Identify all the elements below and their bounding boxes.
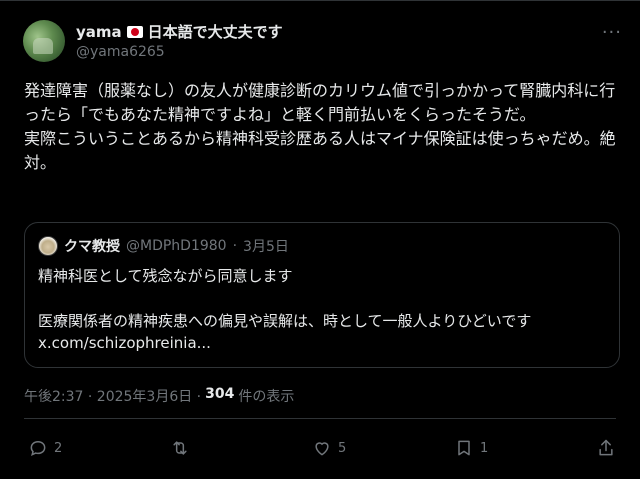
quoted-separator: · [232,238,238,254]
more-options-icon[interactable]: ··· [602,22,622,43]
heart-icon [315,442,329,456]
like-count: 5 [338,440,347,456]
top-border [0,0,640,1]
repost-icon [173,441,187,455]
view-count-label: 件の表示 [238,389,295,405]
share-button[interactable] [596,438,616,458]
author-avatar[interactable] [23,20,65,62]
post-paragraph-1: 発達障害（服薬なし）の友人が健康診断のカリウム値で引っかかって腎臓内科に行ったら… [24,81,616,124]
author-name-row[interactable]: yama 日本語で大丈夫です [76,21,283,42]
action-bar: 2 5 1 [0,438,640,464]
author-name-suffix[interactable]: 日本語で大丈夫です [148,21,283,42]
post-paragraph-2: 実際こういうことあるから精神科受診歴ある人はマイナ保険証は使っちゃだめ。絶対。 [24,129,616,172]
repost-button[interactable] [170,438,196,458]
post-timestamp[interactable]: 午後2:37 · 2025年3月6日 · [24,386,201,406]
like-button[interactable]: 5 [312,438,346,458]
quoted-link[interactable]: x.com/schizophreinia... [38,334,211,352]
quoted-post-date: 3月5日 [243,239,289,255]
quoted-author-handle: @MDPhD1980 [126,238,227,254]
quoted-author-name: クマ教授 [64,239,120,255]
actions-divider [24,418,616,419]
share-icon [599,439,613,456]
quoted-post-header: クマ教授 @MDPhD1980 · 3月5日 [38,236,289,256]
quoted-post[interactable]: クマ教授 @MDPhD1980 · 3月5日 精神科医として残念ながら同意します… [24,222,620,368]
reply-count: 2 [54,440,63,456]
japan-flag-icon [126,25,143,38]
quoted-text-line-2: 医療関係者の精神疾患への偏見や誤解は、時として一般人よりひどいです [38,312,532,330]
reply-icon [30,440,46,457]
view-count: 304 [205,386,235,402]
quoted-author-avatar [38,236,58,256]
reply-button[interactable]: 2 [28,438,62,458]
bookmark-button[interactable]: 1 [454,438,488,458]
post-text: 発達障害（服薬なし）の友人が健康診断のカリウム値で引っかかって腎臓内科に行ったら… [24,79,620,175]
author-name-prefix[interactable]: yama [76,23,122,41]
quoted-text-line-1: 精神科医として残念ながら同意します [38,267,293,285]
bookmark-icon [458,440,470,456]
post-meta: 午後2:37 · 2025年3月6日 · 304 件の表示 [24,386,294,406]
author-handle[interactable]: @yama6265 [76,44,165,60]
bookmark-count: 1 [480,440,489,456]
